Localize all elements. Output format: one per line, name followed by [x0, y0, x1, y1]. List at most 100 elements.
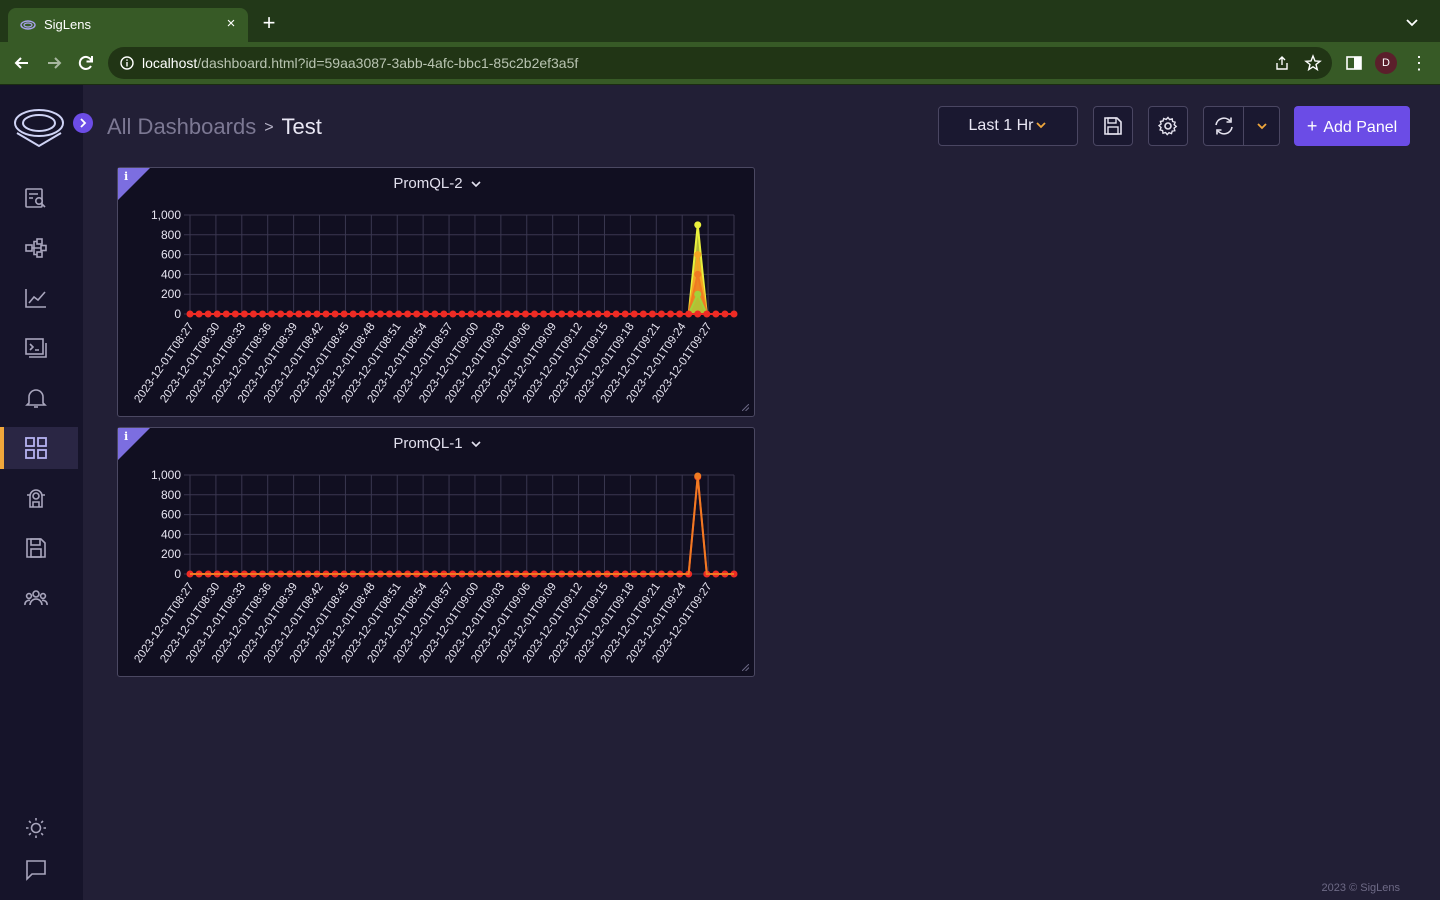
data-point	[376, 310, 384, 318]
browser-menu-icon[interactable]: ⋮	[1410, 54, 1428, 72]
data-point	[521, 310, 529, 318]
new-tab-button[interactable]: +	[258, 12, 280, 34]
data-point	[694, 472, 702, 480]
logs-search-icon	[25, 188, 46, 208]
browser-toolbar: localhost/dashboard.html?id=59aa3087-3ab…	[0, 42, 1440, 85]
tab-close-icon[interactable]: ×	[222, 15, 240, 33]
nav-alerts[interactable]	[0, 377, 78, 419]
browser-tab[interactable]: SigLens ×	[8, 8, 248, 42]
site-info-icon[interactable]	[120, 56, 134, 70]
plus-icon: +	[1306, 116, 1318, 136]
data-point	[413, 310, 421, 318]
save-dashboard-button[interactable]	[1093, 106, 1133, 146]
data-point	[385, 310, 393, 318]
data-point	[648, 310, 656, 318]
data-point	[367, 310, 375, 318]
nav-cluster[interactable]	[0, 577, 78, 619]
y-tick-label: 600	[161, 248, 181, 262]
panel-promql-1[interactable]: i PromQL-1 0 200 400 600 800 1,000 2023-12-01T…	[117, 427, 755, 677]
dashboard-settings-button[interactable]	[1148, 106, 1188, 146]
data-point	[721, 310, 729, 318]
data-point	[667, 310, 675, 318]
nav-query-builder[interactable]	[0, 327, 78, 369]
reload-icon[interactable]	[76, 53, 96, 73]
alerts-icon	[25, 389, 47, 408]
dashboards-icon	[25, 437, 47, 459]
y-tick-label: 200	[161, 547, 181, 561]
nav-saved-queries[interactable]	[0, 527, 78, 569]
panel-title-button[interactable]: PromQL-2	[118, 175, 756, 192]
cluster-icon	[24, 590, 48, 606]
breadcrumb-all-dashboards[interactable]: All Dashboards	[107, 114, 256, 139]
add-panel-button[interactable]: + Add Panel	[1294, 106, 1410, 146]
y-tick-label: 400	[161, 527, 181, 541]
siglens-logo[interactable]	[12, 103, 68, 151]
share-icon[interactable]	[1274, 55, 1290, 71]
breadcrumb: All Dashboards > Test	[107, 114, 322, 140]
sidebar-expand-button[interactable]	[73, 113, 93, 133]
data-point	[694, 310, 702, 318]
data-point	[195, 310, 203, 318]
nav-metrics[interactable]	[0, 277, 78, 319]
nav-feedback[interactable]	[0, 849, 78, 891]
resize-handle-icon[interactable]	[742, 664, 749, 671]
refresh-button[interactable]	[1203, 106, 1244, 146]
series-line	[190, 224, 734, 315]
data-point	[395, 310, 403, 318]
data-point	[313, 310, 321, 318]
nav-dashboards[interactable]	[0, 427, 78, 469]
chevron-down-icon	[1036, 122, 1047, 129]
app-sidebar	[0, 85, 83, 900]
data-point	[277, 310, 285, 318]
data-point	[594, 310, 602, 318]
forward-arrow-icon[interactable]	[44, 53, 64, 73]
profile-avatar[interactable]: D	[1375, 52, 1397, 74]
data-point	[694, 251, 702, 259]
tracing-icon	[25, 238, 47, 258]
resize-handle-icon[interactable]	[742, 404, 749, 411]
y-tick-label: 0	[174, 567, 181, 581]
data-point	[422, 310, 430, 318]
data-point	[639, 310, 647, 318]
saved-queries-icon	[26, 538, 46, 558]
bookmark-star-icon[interactable]	[1304, 54, 1322, 72]
gear-icon	[1158, 116, 1178, 136]
data-point	[694, 221, 702, 229]
data-point	[340, 310, 348, 318]
data-point	[358, 310, 366, 318]
side-panel-icon[interactable]	[1345, 54, 1363, 72]
breadcrumb-separator: >	[264, 119, 274, 136]
add-panel-label: Add Panel	[1323, 119, 1398, 136]
series-line	[190, 476, 734, 575]
data-point	[449, 310, 457, 318]
y-tick-label: 1,000	[151, 468, 181, 482]
nav-tracing[interactable]	[0, 227, 78, 269]
data-point	[712, 310, 720, 318]
metrics-icon	[25, 289, 46, 308]
line-chart: 02004006008001,0002023-12-01T08:272023-1…	[132, 208, 738, 405]
dashboard-title: Test	[281, 114, 322, 139]
time-range-picker[interactable]: Last 1 Hr	[938, 106, 1078, 146]
y-tick-label: 800	[161, 488, 181, 502]
data-point	[295, 310, 303, 318]
chevron-right-icon	[80, 118, 87, 128]
data-point	[549, 310, 557, 318]
nav-minion[interactable]	[0, 477, 78, 519]
nav-logs-search[interactable]	[0, 177, 78, 219]
data-point	[304, 310, 312, 318]
tab-search-chevron-icon[interactable]	[1404, 14, 1420, 30]
panel-title-button[interactable]: PromQL-1	[118, 435, 756, 452]
data-point	[467, 310, 475, 318]
data-point	[440, 310, 448, 318]
data-point	[458, 310, 466, 318]
data-point	[231, 310, 239, 318]
data-point	[567, 310, 575, 318]
panel-promql-2[interactable]: i PromQL-2 0 200 400 600 800 1,000 2023-12-01T…	[117, 167, 755, 417]
address-bar[interactable]: localhost/dashboard.html?id=59aa3087-3ab…	[108, 47, 1332, 79]
refresh-interval-dropdown[interactable]	[1243, 106, 1280, 146]
line-chart: 02004006008001,0002023-12-01T08:272023-1…	[132, 468, 738, 665]
data-point	[576, 310, 584, 318]
nav-theme-toggle[interactable]	[0, 807, 78, 849]
data-point	[603, 310, 611, 318]
back-arrow-icon[interactable]	[12, 53, 32, 73]
